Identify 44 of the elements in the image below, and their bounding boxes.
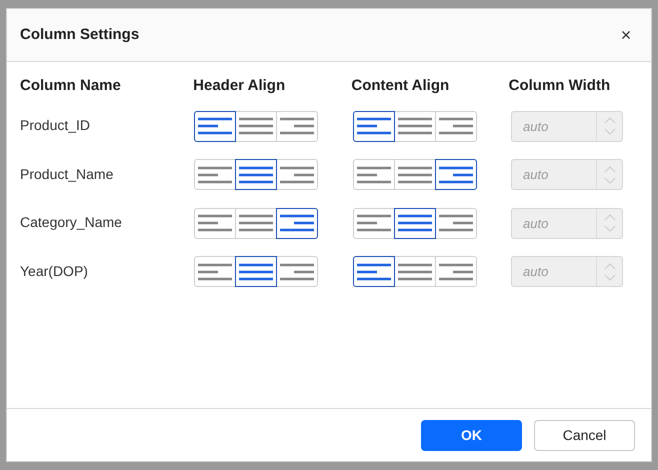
align-right-button[interactable] [435, 159, 477, 190]
align-right-icon [439, 262, 473, 282]
align-left-icon [357, 116, 391, 136]
align-right-button[interactable] [276, 208, 318, 239]
align-center-icon [398, 116, 432, 136]
align-right-icon [280, 164, 314, 185]
align-left-icon [198, 213, 232, 234]
align-center-icon [239, 116, 273, 136]
column-name: Product_ID [20, 117, 90, 134]
align-center-button[interactable] [235, 256, 277, 288]
align-right-icon [439, 116, 473, 136]
column-name: Year(DOP) [20, 262, 88, 279]
close-button[interactable]: × [614, 23, 638, 47]
cancel-button[interactable]: Cancel [534, 420, 635, 450]
align-right-icon [280, 262, 314, 282]
align-center-icon [239, 262, 273, 282]
align-right-icon [439, 164, 473, 185]
align-right-icon [280, 116, 314, 136]
align-left-button[interactable] [353, 110, 395, 142]
align-center-icon [398, 262, 432, 282]
column-header: Column Width [508, 76, 612, 96]
column-header: Column Name [20, 76, 122, 96]
column-header: Header Align [193, 76, 286, 96]
align-center-icon [239, 164, 273, 185]
dialog-title: Column Settings [20, 24, 140, 45]
align-right-icon [280, 213, 314, 234]
column-header: Content Align [351, 76, 450, 96]
align-center-button[interactable] [394, 208, 436, 239]
column-name: Category_Name [20, 214, 122, 230]
align-left-button[interactable] [353, 256, 395, 288]
align-left-icon [357, 164, 391, 185]
column-name: Product_Name [20, 166, 114, 182]
align-left-icon [357, 213, 391, 234]
align-left-button[interactable] [194, 110, 236, 142]
align-center-button[interactable] [235, 159, 277, 190]
align-right-icon [439, 213, 473, 234]
align-center-icon [398, 164, 432, 185]
align-center-icon [398, 213, 432, 234]
align-center-icon [239, 213, 273, 234]
align-left-icon [198, 116, 232, 136]
align-left-icon [357, 262, 391, 282]
ok-button[interactable]: OK [421, 420, 522, 450]
align-left-icon [198, 262, 232, 282]
align-left-icon [198, 164, 232, 185]
